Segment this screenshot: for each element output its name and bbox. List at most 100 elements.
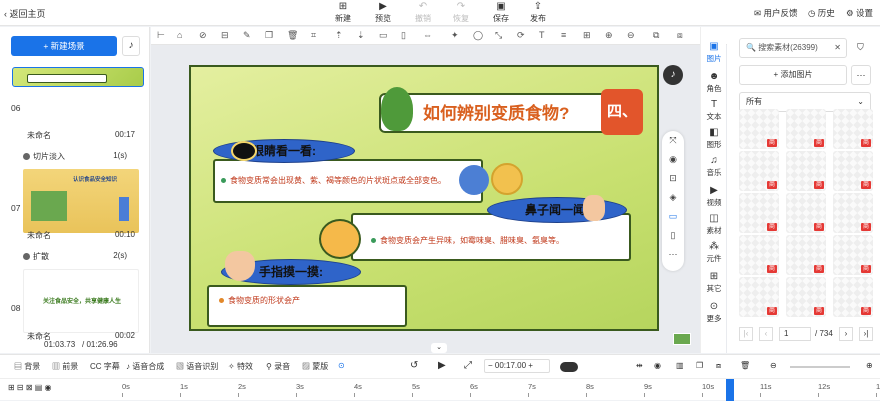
ungroup-icon[interactable]: ▯ xyxy=(401,30,406,41)
camera-icon[interactable]: ◉ xyxy=(654,361,661,370)
record-button[interactable]: ⚲ 录音 xyxy=(266,361,290,372)
split-icon[interactable]: ⇹ xyxy=(636,361,643,370)
filter-icon[interactable]: ⛉ xyxy=(857,42,864,53)
edit-icon[interactable]: ✎ xyxy=(243,30,251,41)
grid-icon[interactable]: ⊞ xyxy=(583,30,591,41)
music-note-icon[interactable]: ♪ xyxy=(663,65,683,85)
delete-icon[interactable]: 🗑 xyxy=(287,30,298,41)
save-button[interactable]: ▣ 保存 xyxy=(486,1,516,24)
mask-button[interactable]: ▨ 蒙版 xyxy=(302,361,328,372)
play-button[interactable]: ▶ xyxy=(438,360,446,371)
playhead[interactable] xyxy=(726,379,734,401)
scale-icon[interactable]: ⤡ xyxy=(495,30,502,41)
group-icon[interactable]: ▭ xyxy=(379,30,388,41)
transition-item[interactable]: 切片淡入 1(s) xyxy=(23,151,139,162)
slide-stage[interactable]: 如何辨别变质食物? 四、 眼睛看一看: 食物变质常会出现黄、紫、褐等颜色的片状斑… xyxy=(189,65,659,331)
zoom-slider[interactable] xyxy=(790,366,850,368)
scene-thumbnail-07[interactable]: 认识食品安全知识 xyxy=(23,169,139,233)
search-input[interactable]: 🔍 搜索素材(26399) ✕ xyxy=(739,38,847,58)
page-icon[interactable]: ▯ xyxy=(662,226,684,245)
zoom-in-icon[interactable]: ⊕ xyxy=(866,361,873,370)
clear-icon[interactable]: ✕ xyxy=(834,39,841,57)
copy-icon[interactable]: ❐ xyxy=(265,30,273,41)
last-page-button[interactable]: ›| xyxy=(859,327,873,341)
back-home-link[interactable]: ‹ 返回主页 xyxy=(4,7,46,20)
prev-page-button[interactable]: ‹ xyxy=(759,327,773,341)
animate-icon[interactable]: ✦ xyxy=(451,30,459,41)
paste-icon[interactable]: ⧈ xyxy=(716,361,721,371)
scene-thumbnail-08[interactable]: 关注食品安全，共享健康人生 xyxy=(23,269,139,333)
ban-icon[interactable]: ⊘ xyxy=(199,30,207,41)
layer-down-icon[interactable]: ⇣ xyxy=(357,30,365,41)
history-button[interactable]: ◷ 历史 xyxy=(808,7,835,19)
asset-thumbnail[interactable]: 商 xyxy=(739,235,779,275)
tab-images[interactable]: ▣ 图片 xyxy=(701,41,727,64)
tab-materials[interactable]: ◫ 素材 xyxy=(701,213,727,236)
home-icon[interactable]: ⌂ xyxy=(177,30,182,40)
zoom-out-icon[interactable]: ⊖ xyxy=(627,30,635,41)
align-center-icon[interactable]: ≡ xyxy=(561,30,566,40)
first-page-button[interactable]: |‹ xyxy=(739,327,753,341)
more-icon[interactable]: ⋯ xyxy=(662,245,684,264)
asset-thumbnail[interactable]: 商 xyxy=(786,109,826,149)
asset-thumbnail[interactable]: 商 xyxy=(786,193,826,233)
background-button[interactable]: ▤ 背景 xyxy=(14,361,40,372)
asset-thumbnail[interactable]: 商 xyxy=(739,193,779,233)
tab-others[interactable]: ⊞ 其它 xyxy=(701,271,727,294)
tab-characters[interactable]: ☻ 角色 xyxy=(701,71,727,94)
tab-video[interactable]: ▶ 视频 xyxy=(701,185,727,208)
layout-icon[interactable]: ▥ xyxy=(676,361,684,370)
music-icon[interactable]: ♪ xyxy=(122,36,140,56)
asset-thumbnail[interactable]: 商 xyxy=(833,235,873,275)
asset-thumbnail[interactable]: 商 xyxy=(786,235,826,275)
align-icon[interactable]: ⊢ xyxy=(157,30,165,41)
replay-icon[interactable]: ↺ xyxy=(410,360,418,371)
lock-icon[interactable]: ⊡ xyxy=(662,169,684,188)
text-icon[interactable]: T xyxy=(539,30,545,40)
tab-music[interactable]: ♫ 音乐 xyxy=(701,155,727,178)
preview-button[interactable]: ▶ 预览 xyxy=(368,1,398,24)
timeline-ruler[interactable]: ⊞ ⊟ ⊠ ▤ ◉ 0s 1s 2s 3s 4s 5s 6s 7s 8s 9s 10s 11s 12s 1… xyxy=(0,378,880,401)
page-input[interactable]: 1 xyxy=(779,327,811,341)
time-stepper[interactable]: − 00:17.00 + xyxy=(484,359,550,373)
camera-icon[interactable]: ◉ xyxy=(662,150,684,169)
mini-preview[interactable] xyxy=(673,333,691,345)
lock-icon[interactable]: ⊟ xyxy=(221,30,229,41)
collapse-chevron-icon[interactable]: ⌄ xyxy=(431,343,447,353)
settings-button[interactable]: ⚙ 设置 xyxy=(846,7,873,19)
delete-icon[interactable]: 🗑 xyxy=(740,361,750,370)
asset-thumbnail[interactable]: 商 xyxy=(833,109,873,149)
zoom-in-icon[interactable]: ⊕ xyxy=(605,30,613,41)
foreground-button[interactable]: ▥ 前景 xyxy=(52,361,78,372)
shield-icon[interactable]: ◈ xyxy=(662,188,684,207)
effects-button[interactable]: ✧ 特效 xyxy=(228,361,253,372)
asset-thumbnail[interactable]: 商 xyxy=(833,151,873,191)
new-scene-button[interactable]: + 新建场景 xyxy=(11,36,117,56)
transition-item[interactable]: 扩散 2(s) xyxy=(23,251,139,262)
rotate-icon[interactable]: ⟳ xyxy=(517,30,525,41)
subtitle-button[interactable]: CC 字幕 xyxy=(90,361,120,372)
tts-button[interactable]: ♪ 语音合成 xyxy=(126,361,164,372)
asset-thumbnail[interactable]: 商 xyxy=(786,277,826,317)
new-button[interactable]: ⊞ 新建 xyxy=(328,1,358,24)
asset-thumbnail[interactable]: 商 xyxy=(786,151,826,191)
publish-button[interactable]: ⇪ 发布 xyxy=(523,1,553,24)
crop-icon[interactable]: ⌗ xyxy=(311,30,316,41)
redo-button[interactable]: ↷ 恢复 xyxy=(446,1,476,24)
layer-up-icon[interactable]: ⇡ xyxy=(335,30,343,41)
fullscreen-icon[interactable]: ⤢ xyxy=(464,360,472,371)
feedback-button[interactable]: ✉ 用户反馈 xyxy=(754,7,798,19)
asset-thumbnail[interactable]: 商 xyxy=(739,277,779,317)
asset-thumbnail[interactable]: 商 xyxy=(833,277,873,317)
asset-thumbnail[interactable]: 商 xyxy=(739,151,779,191)
screen-icon[interactable]: ▭ xyxy=(662,207,684,226)
paste-icon[interactable]: ⧈ xyxy=(677,30,683,41)
speech-recognition-button[interactable]: ▧ 语音识别 xyxy=(176,361,218,372)
add-image-button[interactable]: + 添加图片 xyxy=(739,65,847,85)
undo-button[interactable]: ↶ 撤销 xyxy=(408,1,438,24)
tab-more[interactable]: ⊙ 更多 xyxy=(701,301,727,324)
more-options-button[interactable]: ⋯ xyxy=(851,65,871,85)
flip-icon[interactable]: ⇔ xyxy=(423,30,432,40)
copy-page-icon[interactable]: ⧉ xyxy=(653,30,659,41)
timeline-tools-icon[interactable]: ⊞ ⊟ ⊠ ▤ ◉ xyxy=(8,383,52,392)
